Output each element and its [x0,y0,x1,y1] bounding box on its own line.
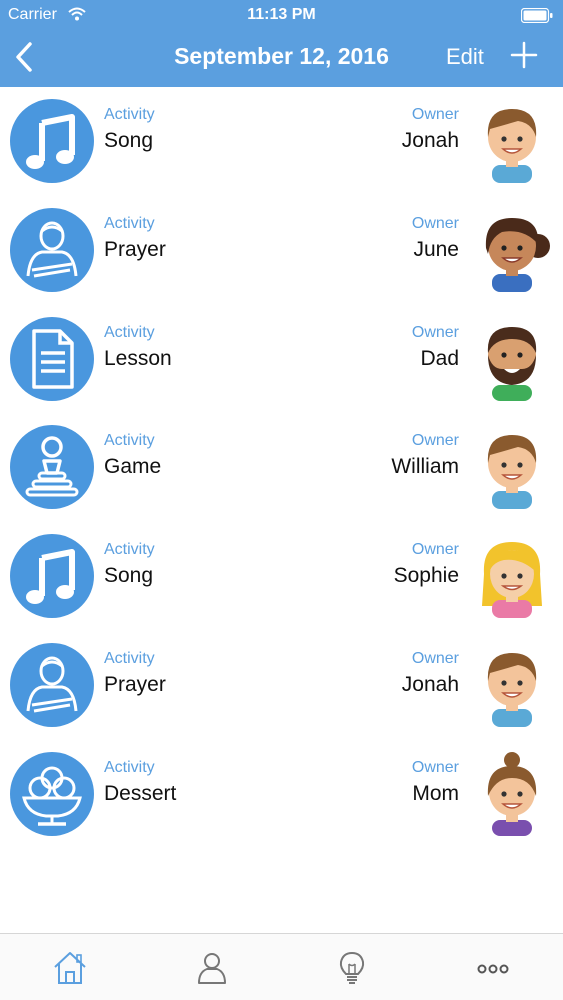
praying-person-icon [10,642,94,727]
add-icon[interactable] [510,40,538,70]
music-note-icon [10,99,94,183]
music-note-icon [10,534,94,619]
boy-avatar [487,435,537,510]
owner-name: Sophie [393,564,459,588]
nav-bar: September 12, 2016 Edit [0,30,563,87]
list-item[interactable]: Activity Song Owner Sophie [0,522,563,631]
owner-name: Jonah [401,129,459,152]
home-icon[interactable] [50,948,90,988]
more-icon[interactable] [473,948,513,988]
list-item[interactable]: Activity Dessert Owner Mom [0,740,563,849]
boy-avatar [487,109,537,183]
owner-label: Owner [411,432,459,450]
status-time: 11:13 PM [247,6,316,23]
owner-label: Owner [411,323,459,341]
praying-person-icon [10,207,94,292]
activity-name: Song [104,129,154,152]
activity-label: Activity [104,214,155,232]
list-item[interactable]: Activity Song Owner Jonah [0,87,563,196]
activity-name: Dessert [104,781,177,805]
list-item[interactable]: Activity Game Owner William [0,413,563,522]
edit-button[interactable]: Edit [446,44,484,70]
owner-name: Dad [420,346,459,370]
activity-label: Activity [104,432,155,450]
activity-label: Activity [104,649,155,667]
activity-name: Song [104,564,154,588]
list-item[interactable]: Activity Prayer Owner June [0,196,563,305]
owner-label: Owner [411,758,459,776]
activity-name: Prayer [104,237,166,261]
top-bar: Carrier 11:13 PM September 12, 2016 Edit [0,0,563,87]
owner-label: Owner [411,541,459,559]
back-chevron-icon[interactable] [10,40,40,74]
bearded-man-avatar [487,326,537,401]
owner-name: Jonah [401,672,459,696]
person-icon[interactable] [192,948,232,988]
owner-label: Owner [411,214,459,232]
activity-label: Activity [104,323,155,341]
activity-name: Game [104,455,162,479]
document-icon [10,316,94,401]
list-item[interactable]: Activity Lesson Owner Dad [0,305,563,414]
owner-label: Owner [411,106,459,123]
blonde-girl-avatar [482,542,542,619]
activity-label: Activity [104,541,155,559]
battery-icon [521,8,553,23]
activity-list: Activity Song Owner Jonah Activity Praye… [0,87,563,849]
activity-label: Activity [104,106,155,123]
activity-name: Lesson [104,346,172,370]
owner-name: Mom [412,781,459,805]
woman-avatar [485,217,550,292]
boy-avatar [487,652,537,727]
owner-label: Owner [411,649,459,667]
game-piece-icon [10,425,94,510]
list-item[interactable]: Activity Prayer Owner Jonah [0,631,563,740]
status-bar: Carrier 11:13 PM [0,0,563,30]
tab-bar [0,933,563,1000]
owner-name: June [413,237,459,261]
ice-cream-bowl-icon [10,751,94,836]
activity-name: Prayer [104,672,166,696]
activity-label: Activity [104,758,155,776]
lightbulb-icon[interactable] [332,948,372,988]
woman-bun-avatar [487,751,537,836]
owner-name: William [391,455,459,479]
